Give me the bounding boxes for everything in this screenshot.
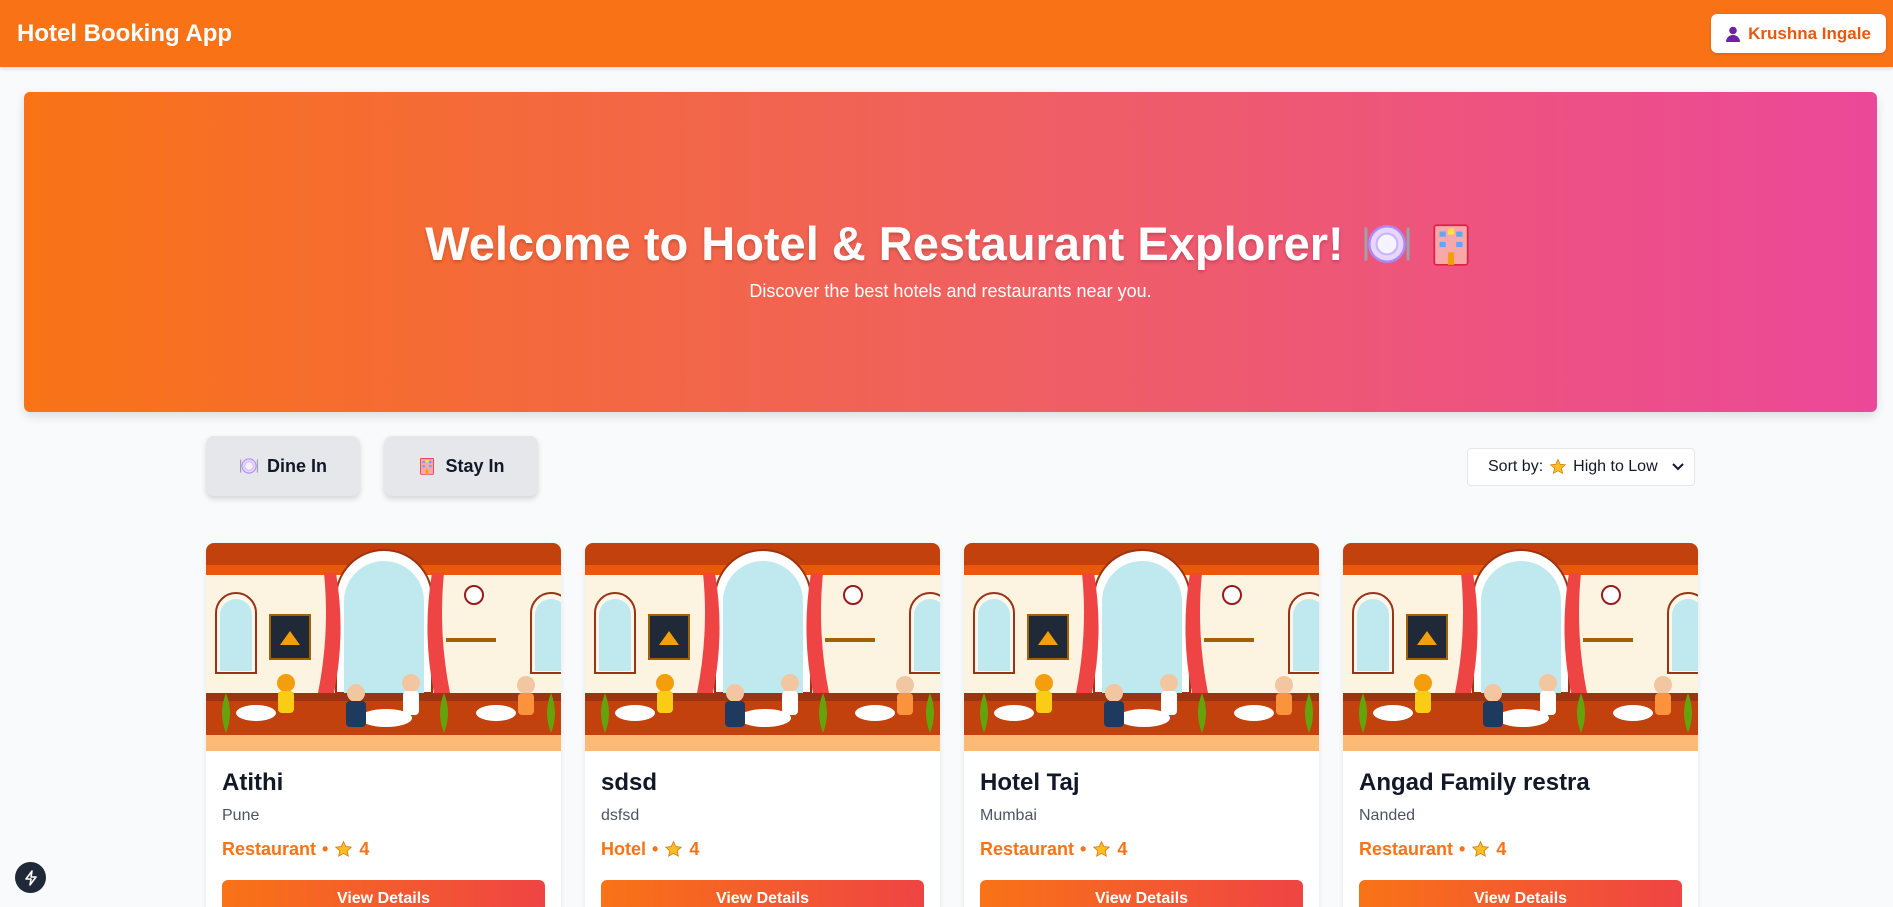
sort-prefix: Sort by: — [1488, 458, 1544, 475]
top-navbar: Hotel Booking App Krushna Ingale — [0, 0, 1893, 67]
user-icon — [1726, 26, 1741, 42]
bolt-icon[interactable] — [15, 862, 46, 893]
listing-name: Hotel Taj — [980, 769, 1080, 796]
star-icon — [1471, 840, 1490, 859]
user-profile-button[interactable]: Krushna Ingale — [1711, 14, 1886, 53]
hero-title-text: Welcome to Hotel & Restaurant Explorer! — [425, 217, 1344, 270]
listing-rating: 4 — [1117, 839, 1128, 859]
user-name: Krushna Ingale — [1748, 23, 1871, 43]
listing-card[interactable]: Angad Family restra Nanded Restaurant • 4… — [1343, 543, 1698, 907]
listing-rating: 4 — [689, 839, 700, 859]
listing-name: Angad Family restra — [1359, 769, 1590, 796]
listing-type: Hotel — [601, 839, 646, 859]
star-icon — [664, 840, 683, 859]
listing-location: Pune — [222, 807, 260, 824]
chevron-down-icon — [1672, 458, 1684, 476]
hero-title: Welcome to Hotel & Restaurant Explorer! — [425, 216, 1475, 271]
plate-cutlery-icon — [239, 456, 259, 476]
listing-location: Nanded — [1359, 807, 1416, 824]
listing-type: Restaurant — [980, 839, 1075, 859]
star-icon — [334, 840, 353, 859]
listing-meta: Restaurant • 4 — [222, 839, 370, 859]
listing-type: Restaurant — [1359, 839, 1454, 859]
view-details-button[interactable]: View Details — [1359, 880, 1682, 907]
listing-card[interactable]: Atithi Pune Restaurant • 4 View Details — [206, 543, 561, 907]
hero-subtitle: Discover the best hotels and restaurants… — [749, 281, 1152, 301]
listing-name: Atithi — [222, 769, 284, 796]
listing-rating: 4 — [1496, 839, 1507, 859]
plate-cutlery-icon — [1362, 219, 1412, 269]
listing-image — [1343, 543, 1698, 751]
sort-selected-value: High to Low — [1573, 458, 1658, 475]
view-details-button[interactable]: View Details — [222, 880, 545, 907]
listing-location: Mumbai — [980, 807, 1037, 824]
app-brand[interactable]: Hotel Booking App — [17, 20, 232, 48]
filter-tabs: Dine In Stay In — [206, 436, 538, 496]
star-icon — [1549, 458, 1567, 476]
listing-location: dsfsd — [601, 807, 640, 824]
listing-grid: Atithi Pune Restaurant • 4 View Details s… — [206, 543, 1698, 907]
listing-image — [964, 543, 1319, 751]
listing-image — [206, 543, 561, 751]
hotel-icon — [1426, 219, 1476, 269]
sort-select[interactable]: Sort by: High to Low — [1467, 448, 1695, 486]
star-icon — [1092, 840, 1111, 859]
listing-type: Restaurant — [222, 839, 317, 859]
listing-meta: Hotel • 4 — [601, 839, 700, 859]
dine-in-label: Dine In — [266, 455, 327, 476]
view-details-button[interactable]: View Details — [980, 880, 1303, 907]
hero-banner: Welcome to Hotel & Restaurant Explorer! … — [24, 92, 1877, 412]
stay-in-button[interactable]: Stay In — [384, 436, 538, 496]
listing-image — [585, 543, 940, 751]
listing-card[interactable]: Hotel Taj Mumbai Restaurant • 4 View Deta… — [964, 543, 1319, 907]
hotel-icon — [417, 456, 437, 476]
view-details-button[interactable]: View Details — [601, 880, 924, 907]
listing-card[interactable]: sdsd dsfsd Hotel • 4 View Details — [585, 543, 940, 907]
stay-in-label: Stay In — [445, 455, 505, 476]
listing-meta: Restaurant • 4 — [1359, 839, 1507, 859]
listing-meta: Restaurant • 4 — [980, 839, 1128, 859]
listing-rating: 4 — [359, 839, 370, 859]
listing-name: sdsd — [601, 769, 658, 796]
dine-in-button[interactable]: Dine In — [206, 436, 360, 496]
